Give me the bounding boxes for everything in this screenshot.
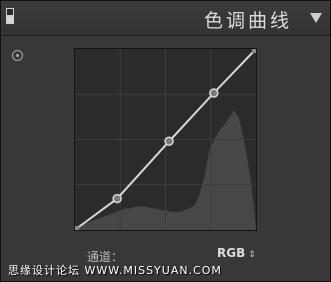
channel-arrows-icon[interactable]: ⇕ — [248, 250, 256, 260]
curve-control-point[interactable] — [209, 88, 219, 98]
curve-endpoint[interactable] — [75, 226, 79, 230]
tone-curve-panel: 色调曲线 通道： RGB ⇕ 思缘设计论坛 WWW.MISSYUAN.COM — [0, 0, 331, 282]
curve-endpoint[interactable] — [252, 49, 256, 53]
collapse-triangle-icon[interactable] — [310, 13, 322, 23]
curve-editor[interactable] — [74, 48, 257, 231]
channel-value[interactable]: RGB — [217, 246, 245, 260]
panel-title: 色调曲线 — [203, 10, 292, 32]
curve-graph[interactable] — [75, 49, 256, 230]
panel-header[interactable]: 色调曲线 — [1, 1, 330, 36]
target-adjust-icon[interactable] — [12, 50, 23, 61]
panel-toggle-icon[interactable] — [6, 8, 14, 24]
watermark: 思缘设计论坛 WWW.MISSYUAN.COM — [8, 264, 222, 277]
channel-select[interactable]: RGB ⇕ — [217, 246, 256, 260]
curve-control-point[interactable] — [112, 193, 122, 204]
curve-control-point[interactable] — [164, 136, 174, 147]
